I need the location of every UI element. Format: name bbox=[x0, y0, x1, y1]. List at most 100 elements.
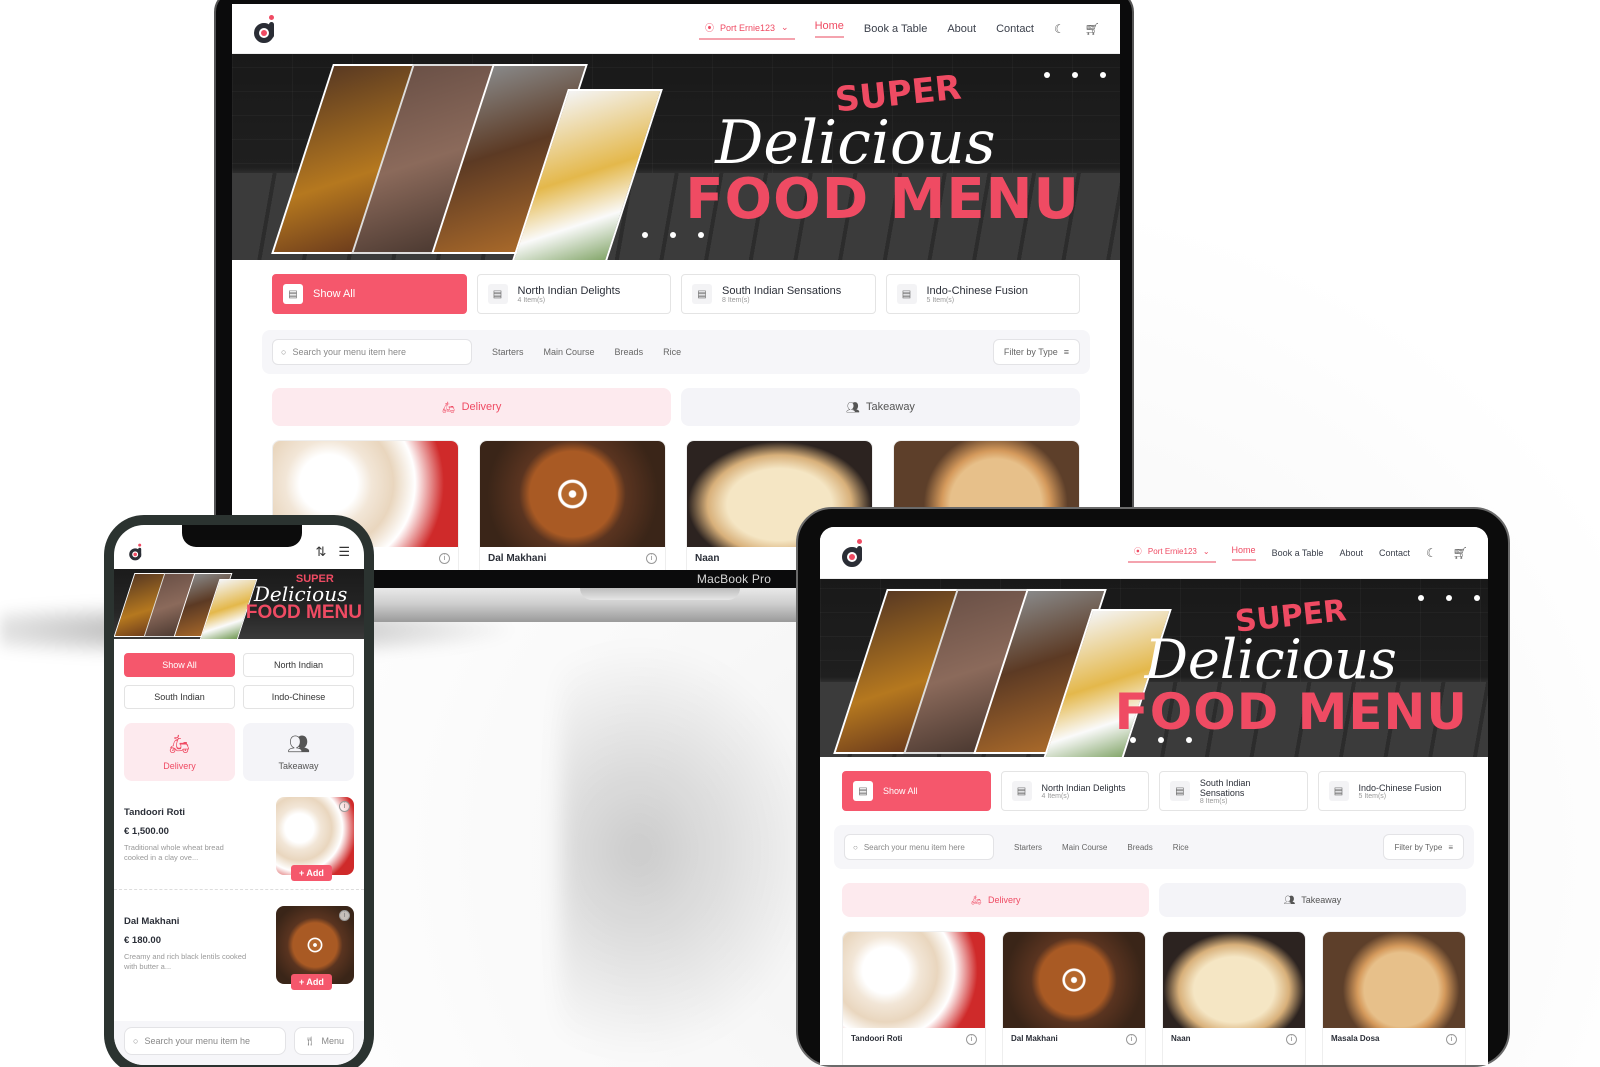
scooter-icon: 🛵︎ bbox=[168, 733, 191, 754]
menu-card[interactable]: Dal Makhani i bbox=[479, 440, 666, 572]
menu-list-item[interactable]: Dal Makhani € 180.00 Creamy and rich black… bbox=[114, 890, 364, 998]
location-selector[interactable]: ⦿ Port Ernie123 ⌄ bbox=[1127, 542, 1216, 563]
food-image: i + Add bbox=[276, 797, 354, 881]
brand-logo[interactable] bbox=[252, 14, 282, 44]
takeaway-option[interactable]: 👥︎ Takeaway bbox=[243, 723, 354, 781]
category-show-all[interactable]: ▤ Show All bbox=[842, 771, 991, 811]
category-indo-chinese[interactable]: ▤ Indo-Chinese Fusion 5 Item(s) bbox=[1317, 771, 1466, 811]
site-header: ⦿ Port Ernie123 ⌄ Home Book a Table About … bbox=[232, 4, 1120, 54]
brand-logo[interactable] bbox=[840, 538, 870, 568]
cart-icon[interactable]: 🛒︎ bbox=[1085, 22, 1100, 36]
food-image bbox=[1003, 932, 1145, 1028]
category-tabs: ▤ Show All ▤ North Indian Delights 4 Item(s… bbox=[820, 757, 1488, 811]
filter-tab-rice[interactable]: Rice bbox=[663, 347, 681, 357]
brand-logo[interactable] bbox=[128, 543, 146, 561]
info-icon[interactable]: i bbox=[966, 1034, 977, 1045]
filter-tab-starters[interactable]: Starters bbox=[1014, 843, 1042, 852]
category-show-all[interactable]: Show All bbox=[124, 653, 235, 677]
menu-card-icon: ▤ bbox=[1011, 781, 1032, 801]
category-north-indian[interactable]: ▤ North Indian Delights 4 Item(s) bbox=[1000, 771, 1149, 811]
nav-contact[interactable]: Contact bbox=[996, 23, 1034, 35]
laptop-screen: ⦿ Port Ernie123 ⌄ Home Book a Table About … bbox=[232, 4, 1120, 572]
info-icon[interactable]: i bbox=[439, 553, 450, 564]
food-image bbox=[843, 932, 985, 1028]
search-icon: ○ bbox=[133, 1036, 139, 1046]
menu-card[interactable]: Naani bbox=[1162, 931, 1306, 1065]
menu-card-icon: ▤ bbox=[487, 284, 508, 304]
info-icon[interactable]: i bbox=[339, 801, 350, 812]
category-indo-chinese[interactable]: Indo-Chinese bbox=[243, 685, 354, 709]
category-south-indian[interactable]: ▤ South Indian Sensations 8 Item(s) bbox=[1159, 771, 1308, 811]
category-north-indian[interactable]: North Indian bbox=[243, 653, 354, 677]
takeaway-icon: 👥︎ bbox=[287, 733, 310, 754]
banner-title: SUPER Delicious FOOD MENU bbox=[245, 573, 362, 623]
order-mode-toggle: 🛵︎ Delivery 👥︎ Takeaway bbox=[114, 709, 364, 781]
menu-card[interactable]: Tandoori Rotii bbox=[842, 931, 986, 1065]
search-input[interactable]: ○ Search your menu item he bbox=[124, 1027, 286, 1055]
hero-banner: SUPER Delicious FOOD MENU bbox=[232, 54, 1120, 260]
location-selector[interactable]: ⦿ Port Ernie123 ⌄ bbox=[698, 17, 795, 40]
add-to-cart-button[interactable]: + Add bbox=[291, 974, 332, 990]
search-input[interactable]: ○ Search your menu item here bbox=[844, 834, 994, 860]
menu-card[interactable]: Masala Dosai bbox=[1322, 931, 1466, 1065]
add-to-cart-button[interactable]: + Add bbox=[291, 865, 332, 881]
moon-icon[interactable]: ☾ bbox=[1054, 22, 1065, 36]
filter-icon: ≡ bbox=[1063, 347, 1069, 357]
filter-tab-starters[interactable]: Starters bbox=[492, 347, 524, 357]
menu-button[interactable]: 🍴︎ Menu bbox=[294, 1027, 354, 1055]
filter-bar: ○ Search your menu item here Starters Mai… bbox=[262, 330, 1090, 374]
info-icon[interactable]: i bbox=[1286, 1034, 1297, 1045]
banner-title: SUPER Delicious FOOD MENU bbox=[1114, 593, 1468, 741]
nav-about[interactable]: About bbox=[947, 23, 976, 35]
nav-about[interactable]: About bbox=[1339, 548, 1363, 558]
tablet-device: ⦿ Port Ernie123 ⌄ Home Book a Table About … bbox=[796, 507, 1510, 1067]
info-icon[interactable]: i bbox=[339, 910, 350, 921]
search-icon: ○ bbox=[281, 347, 287, 357]
moon-icon[interactable]: ☾ bbox=[1426, 546, 1437, 560]
nav-home[interactable]: Home bbox=[1231, 545, 1256, 561]
showcase-stage: ⦿ Port Ernie123 ⌄ Home Book a Table About … bbox=[0, 0, 1600, 1067]
category-north-indian[interactable]: ▤ North Indian Delights 4 Item(s) bbox=[476, 274, 671, 314]
filter-tab-breads[interactable]: Breads bbox=[615, 347, 644, 357]
food-image bbox=[1163, 932, 1305, 1028]
category-indo-chinese[interactable]: ▤ Indo-Chinese Fusion 5 Item(s) bbox=[885, 274, 1080, 314]
filter-by-type-button[interactable]: Filter by Type ≡ bbox=[1383, 834, 1464, 860]
location-pin-icon: ⦿ bbox=[1133, 547, 1142, 556]
nav-home[interactable]: Home bbox=[814, 20, 844, 38]
menu-card-icon: ▤ bbox=[896, 284, 917, 304]
filter-tab-rice[interactable]: Rice bbox=[1173, 843, 1189, 852]
menu-list-item[interactable]: Tandoori Roti € 1,500.00 Traditional whole… bbox=[114, 781, 364, 890]
chevron-down-icon: ⌄ bbox=[781, 22, 789, 32]
filter-tab-breads[interactable]: Breads bbox=[1127, 843, 1152, 852]
sort-icon[interactable]: ⇅ bbox=[315, 544, 326, 559]
category-south-indian[interactable]: South Indian bbox=[124, 685, 235, 709]
delivery-option[interactable]: 🛵︎ Delivery bbox=[272, 388, 671, 426]
hero-banner: SUPER Delicious FOOD MENU bbox=[820, 579, 1488, 757]
cart-icon[interactable]: 🛒︎ bbox=[1453, 546, 1468, 560]
search-input[interactable]: ○ Search your menu item here bbox=[272, 339, 472, 365]
filter-tab-main-course[interactable]: Main Course bbox=[544, 347, 595, 357]
takeaway-option[interactable]: 👥︎ Takeaway bbox=[681, 388, 1080, 426]
delivery-option[interactable]: 🛵︎ Delivery bbox=[124, 723, 235, 781]
delivery-option[interactable]: 🛵︎ Delivery bbox=[842, 883, 1149, 917]
filter-by-type-button[interactable]: Filter by Type ≡ bbox=[992, 339, 1080, 365]
food-image bbox=[480, 441, 665, 547]
nav-contact[interactable]: Contact bbox=[1379, 548, 1410, 558]
info-icon[interactable]: i bbox=[1446, 1034, 1457, 1045]
info-icon[interactable]: i bbox=[646, 553, 657, 564]
category-show-all[interactable]: ▤ Show All bbox=[272, 274, 467, 314]
filter-tab-main-course[interactable]: Main Course bbox=[1062, 843, 1107, 852]
menu-card-icon: ▤ bbox=[853, 781, 873, 801]
menu-card[interactable]: Dal Makhani i bbox=[1002, 931, 1146, 1065]
search-icon: ○ bbox=[853, 842, 858, 852]
site-header: ⦿ Port Ernie123 ⌄ Home Book a Table About … bbox=[820, 527, 1488, 579]
info-icon[interactable]: i bbox=[1126, 1034, 1137, 1045]
filter-icon: ≡ bbox=[1448, 842, 1453, 852]
nav-book-table[interactable]: Book a Table bbox=[1272, 548, 1324, 558]
nav-book-table[interactable]: Book a Table bbox=[864, 23, 927, 35]
hamburger-menu-icon[interactable]: ☰ bbox=[338, 544, 350, 559]
tablet-screen: ⦿ Port Ernie123 ⌄ Home Book a Table About … bbox=[820, 527, 1488, 1065]
takeaway-option[interactable]: 👥︎ Takeaway bbox=[1159, 883, 1466, 917]
main-nav: ⦿ Port Ernie123 ⌄ Home Book a Table About … bbox=[698, 17, 1100, 40]
category-south-indian[interactable]: ▤ South Indian Sensations 8 Item(s) bbox=[681, 274, 876, 314]
